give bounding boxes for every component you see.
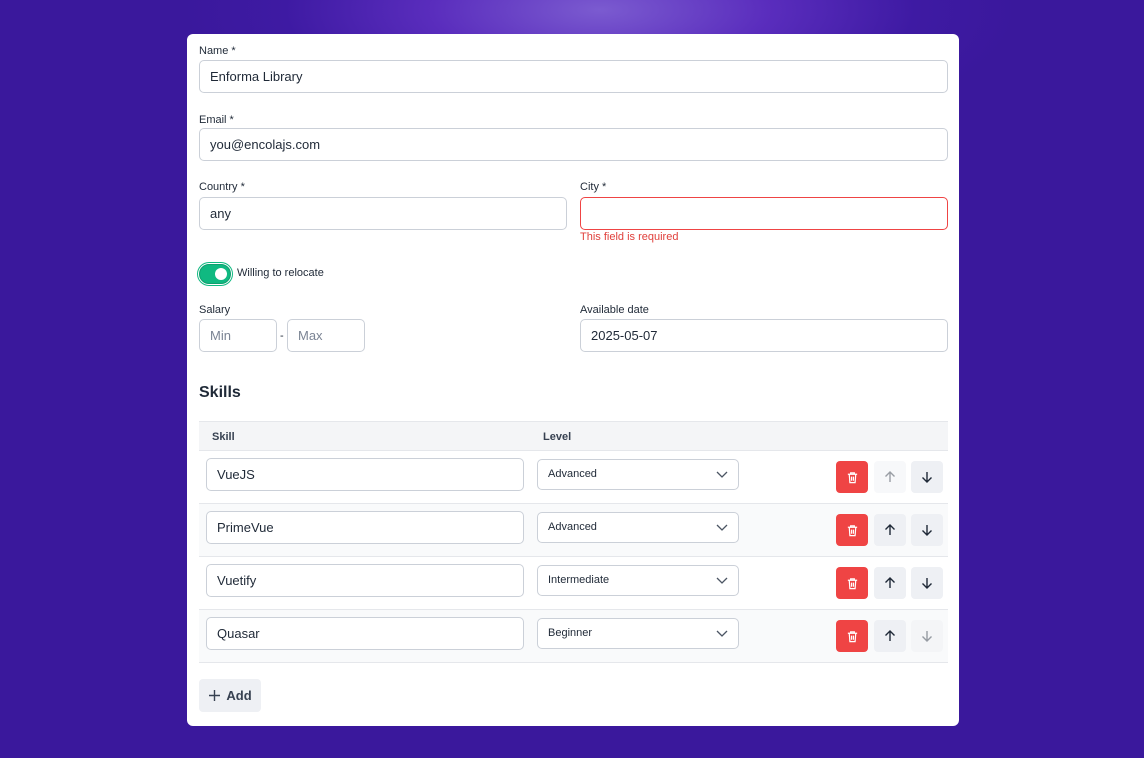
move-up-button[interactable] [874, 567, 906, 599]
relocate-label: Willing to relocate [237, 267, 324, 279]
table-row: Intermediate [199, 557, 948, 610]
arrow-down-icon [922, 525, 932, 536]
skill-input[interactable] [206, 511, 524, 544]
skill-input[interactable] [206, 458, 524, 491]
move-down-button[interactable] [911, 461, 943, 493]
move-down-button[interactable] [911, 620, 943, 652]
column-header-skill: Skill [212, 431, 235, 443]
name-input[interactable] [199, 60, 948, 93]
level-select[interactable]: Intermediate [537, 565, 739, 596]
delete-button[interactable] [836, 567, 868, 599]
arrow-up-icon [885, 524, 895, 535]
trash-icon [847, 524, 857, 536]
move-down-button[interactable] [911, 567, 943, 599]
city-input[interactable] [580, 197, 948, 230]
level-select-value: Advanced [548, 521, 597, 533]
plus-icon [209, 690, 221, 701]
level-select-value: Beginner [548, 627, 593, 639]
arrow-up-icon [885, 471, 895, 482]
relocate-toggle[interactable] [199, 264, 231, 284]
email-input[interactable] [199, 128, 948, 161]
name-label: Name * [199, 45, 236, 57]
table-row: Advanced [199, 451, 948, 504]
arrow-down-icon [922, 631, 932, 642]
email-label: Email * [199, 114, 234, 126]
salary-max-input[interactable] [287, 319, 365, 352]
toggle-knob [215, 268, 227, 280]
salary-label: Salary [199, 304, 231, 316]
skills-table-header: Skill Level [199, 421, 948, 451]
city-label: City * [580, 181, 607, 193]
table-row: Advanced [199, 504, 948, 557]
salary-separator: - [280, 330, 284, 342]
add-skill-button[interactable]: Add [199, 679, 261, 712]
country-input[interactable] [199, 197, 567, 230]
arrow-up-icon [885, 577, 895, 588]
column-header-level: Level [543, 431, 572, 443]
salary-min-input[interactable] [199, 319, 277, 352]
chevron-down-icon [716, 630, 728, 637]
city-error-text: This field is required [580, 231, 679, 243]
skills-title: Skills [199, 384, 241, 401]
trash-icon [847, 471, 857, 483]
available-date-label: Available date [580, 304, 649, 316]
available-date-input[interactable] [580, 319, 948, 352]
skill-input[interactable] [206, 564, 524, 597]
add-skill-label: Add [226, 688, 252, 703]
arrow-down-icon [922, 578, 932, 589]
move-up-button[interactable] [874, 620, 906, 652]
trash-icon [847, 577, 857, 589]
skill-input[interactable] [206, 617, 524, 650]
chevron-down-icon [716, 577, 728, 584]
skills-table: Skill Level Advanced Advanced [199, 421, 948, 663]
trash-icon [847, 630, 857, 642]
level-select[interactable]: Advanced [537, 459, 739, 490]
arrow-up-icon [885, 630, 895, 641]
level-select-value: Advanced [548, 468, 597, 480]
arrow-down-icon [922, 472, 932, 483]
chevron-down-icon [716, 524, 728, 531]
country-label: Country * [199, 181, 245, 193]
delete-button[interactable] [836, 461, 868, 493]
move-down-button[interactable] [911, 514, 943, 546]
level-select[interactable]: Advanced [537, 512, 739, 543]
level-select-value: Intermediate [548, 574, 610, 586]
table-row: Beginner [199, 610, 948, 663]
delete-button[interactable] [836, 514, 868, 546]
level-select[interactable]: Beginner [537, 618, 739, 649]
chevron-down-icon [716, 471, 728, 478]
move-up-button[interactable] [874, 461, 906, 493]
form-card: Name * Email * Country * City * This fie… [187, 34, 959, 726]
move-up-button[interactable] [874, 514, 906, 546]
delete-button[interactable] [836, 620, 868, 652]
